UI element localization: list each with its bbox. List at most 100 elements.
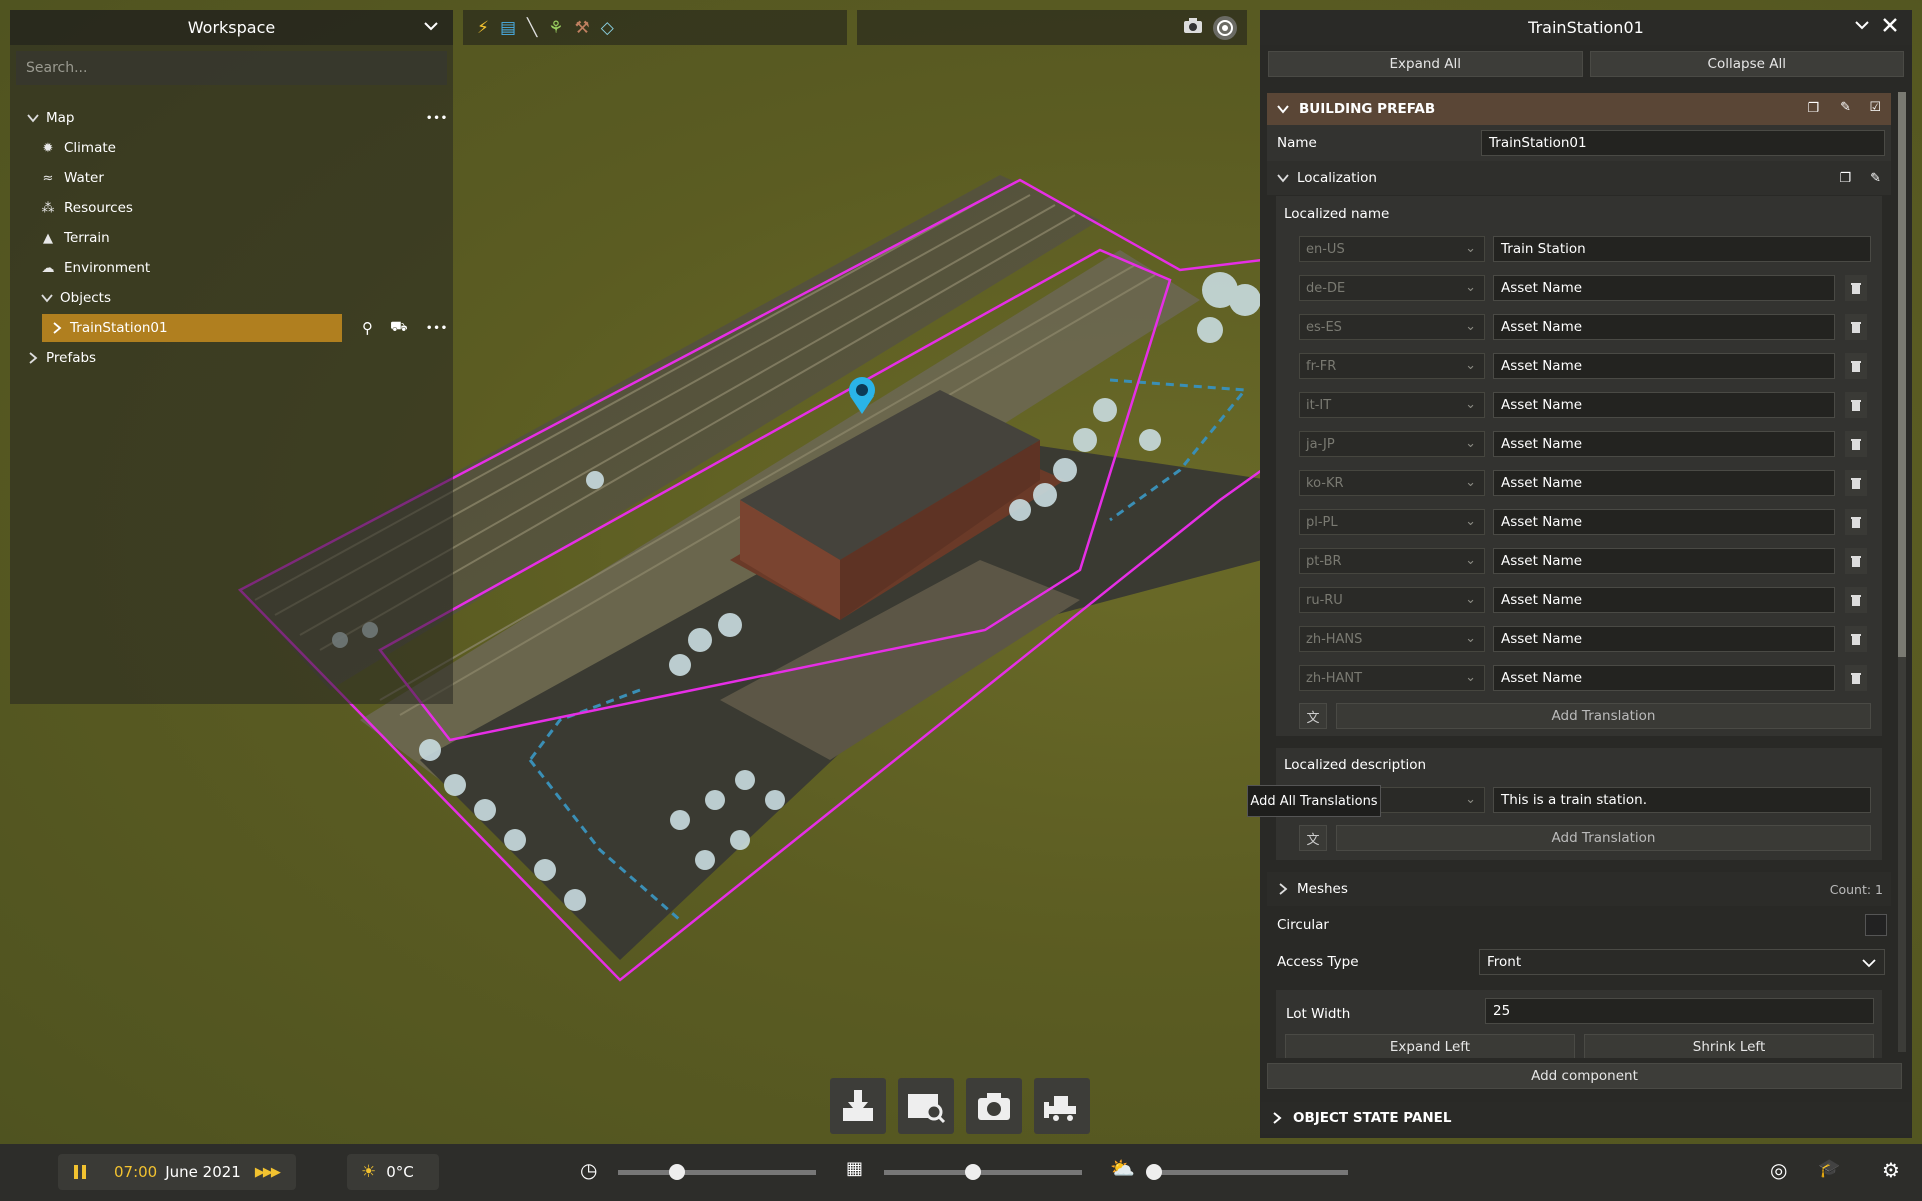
chevron-down-icon[interactable]: ⌄ bbox=[1465, 514, 1476, 529]
chevron-down-icon[interactable] bbox=[423, 18, 439, 38]
layers-icon[interactable]: ◇ bbox=[601, 18, 614, 38]
locale-name-field[interactable]: Asset Name bbox=[1493, 509, 1835, 535]
copy-icon[interactable]: ❐ bbox=[1839, 171, 1851, 186]
chevron-down-icon[interactable]: ⌄ bbox=[1465, 397, 1476, 412]
bulldoze-icon[interactable]: ⛟ bbox=[390, 319, 408, 337]
checkbox-icon[interactable]: ☑ bbox=[1869, 100, 1881, 115]
weather-slider-knob[interactable] bbox=[1145, 1164, 1162, 1180]
workspace-header[interactable]: Workspace bbox=[10, 10, 453, 45]
selected-object-row[interactable]: TrainStation01 bbox=[42, 314, 342, 342]
chevron-down-icon[interactable] bbox=[26, 111, 40, 125]
tree-item-terrain[interactable]: ▲ Terrain bbox=[10, 223, 453, 253]
add-translation-button[interactable]: Add Translation bbox=[1336, 703, 1871, 729]
chevron-down-icon[interactable]: ⌄ bbox=[1465, 241, 1476, 256]
close-icon[interactable] bbox=[1882, 17, 1898, 38]
trash-icon[interactable] bbox=[1845, 665, 1867, 691]
tree-item-resources[interactable]: ⁂ Resources bbox=[10, 193, 453, 223]
trash-icon[interactable] bbox=[1845, 626, 1867, 652]
tutorial-icon[interactable]: 🎓 bbox=[1818, 1158, 1840, 1179]
locale-select[interactable]: zh-HANT ⌄ bbox=[1299, 665, 1485, 691]
locale-name-field[interactable]: Asset Name bbox=[1493, 665, 1835, 691]
camera-icon[interactable] bbox=[1183, 17, 1203, 39]
translate-all-icon[interactable]: ⽂ bbox=[1299, 825, 1327, 851]
trash-icon[interactable] bbox=[1845, 275, 1867, 301]
time-slider[interactable] bbox=[618, 1164, 816, 1180]
chevron-right-icon[interactable] bbox=[26, 351, 40, 365]
trash-icon[interactable] bbox=[1845, 392, 1867, 418]
pipe-icon[interactable]: ⚒ bbox=[575, 18, 590, 38]
locale-select[interactable]: es-ES ⌄ bbox=[1299, 314, 1485, 340]
tree-item-climate[interactable]: ✹ Climate bbox=[10, 133, 453, 163]
trash-icon[interactable] bbox=[1845, 509, 1867, 535]
locale-select[interactable]: en-US ⌄ bbox=[1299, 236, 1485, 262]
chevron-down-icon[interactable] bbox=[1277, 103, 1289, 115]
scrollbar[interactable] bbox=[1898, 92, 1906, 1052]
locale-select[interactable]: zh-HANS ⌄ bbox=[1299, 626, 1485, 652]
tree-item-trainstation[interactable]: TrainStation01 ⚲ ⛟ ••• bbox=[10, 313, 453, 343]
trash-icon[interactable] bbox=[1845, 470, 1867, 496]
access-type-select[interactable]: Front bbox=[1479, 949, 1885, 975]
locale-select[interactable]: pl-PL ⌄ bbox=[1299, 509, 1485, 535]
description-field[interactable]: This is a train station. bbox=[1493, 787, 1871, 813]
chevron-right-icon[interactable] bbox=[1277, 883, 1289, 895]
add-description-translation-button[interactable]: Add Translation bbox=[1336, 825, 1871, 851]
brush-icon[interactable]: ╲ bbox=[527, 18, 537, 38]
locale-select[interactable]: pt-BR ⌄ bbox=[1299, 548, 1485, 574]
locale-name-field[interactable]: Asset Name bbox=[1493, 431, 1835, 457]
chevron-right-icon[interactable] bbox=[1271, 1112, 1283, 1124]
plant-icon[interactable]: ⚘ bbox=[548, 18, 563, 38]
chevron-down-icon[interactable]: ⌄ bbox=[1465, 358, 1476, 373]
tree-item-map[interactable]: Map ••• bbox=[10, 103, 453, 133]
edit-icon[interactable]: ✎ bbox=[1870, 171, 1881, 186]
chevron-down-icon[interactable]: ⌄ bbox=[1465, 592, 1476, 607]
chevron-down-icon[interactable]: ⌄ bbox=[1465, 792, 1476, 807]
settings-gear-icon[interactable]: ⚙ bbox=[1882, 1158, 1900, 1182]
eraser-icon[interactable]: ▤ bbox=[500, 18, 516, 38]
circular-checkbox[interactable] bbox=[1865, 914, 1887, 936]
locale-name-field[interactable]: Asset Name bbox=[1493, 626, 1835, 652]
trash-icon[interactable] bbox=[1845, 314, 1867, 340]
browse-button[interactable] bbox=[898, 1078, 954, 1134]
chevron-down-icon[interactable]: ⌄ bbox=[1465, 553, 1476, 568]
locale-select[interactable]: ja-JP ⌄ bbox=[1299, 431, 1485, 457]
add-component-button[interactable]: Add component bbox=[1267, 1063, 1902, 1089]
copy-icon[interactable]: ❐ bbox=[1807, 101, 1819, 116]
infoview-icon[interactable]: ◎ bbox=[1770, 1158, 1787, 1182]
tree-item-environment[interactable]: ☁ Environment bbox=[10, 253, 453, 283]
locale-name-field[interactable]: Asset Name bbox=[1493, 392, 1835, 418]
trash-icon[interactable] bbox=[1845, 587, 1867, 613]
date-slider-knob[interactable] bbox=[965, 1164, 982, 1180]
speed-icon[interactable]: ▶▶▶ bbox=[255, 1165, 281, 1180]
chevron-down-icon[interactable]: ⌄ bbox=[1465, 670, 1476, 685]
tree-item-water[interactable]: ≈ Water bbox=[10, 163, 453, 193]
collapse-all-button[interactable]: Collapse All bbox=[1589, 51, 1904, 77]
edit-icon[interactable]: ✎ bbox=[1840, 100, 1851, 115]
target-icon[interactable] bbox=[1211, 14, 1239, 46]
lot-width-field[interactable]: 25 bbox=[1485, 998, 1874, 1024]
building-prefab-header[interactable]: BUILDING PREFAB ❐ ✎ ☑ bbox=[1267, 93, 1891, 125]
locale-name-field[interactable]: Asset Name bbox=[1493, 275, 1835, 301]
tree-item-prefabs[interactable]: Prefabs bbox=[10, 343, 453, 373]
locale-select[interactable]: de-DE ⌄ bbox=[1299, 275, 1485, 301]
meshes-row[interactable]: Meshes Count: 1 bbox=[1267, 872, 1891, 906]
trash-icon[interactable] bbox=[1845, 431, 1867, 457]
trash-icon[interactable] bbox=[1845, 548, 1867, 574]
shrink-left-button[interactable]: Shrink Left bbox=[1584, 1034, 1874, 1058]
chevron-down-icon[interactable]: ⌄ bbox=[1465, 475, 1476, 490]
locale-name-field[interactable]: Train Station bbox=[1493, 236, 1871, 262]
chevron-down-icon[interactable] bbox=[1854, 17, 1870, 38]
expand-all-button[interactable]: Expand All bbox=[1268, 51, 1583, 77]
search-input[interactable]: Search... bbox=[16, 51, 447, 85]
locale-select[interactable]: ko-KR ⌄ bbox=[1299, 470, 1485, 496]
locale-select[interactable]: ru-RU ⌄ bbox=[1299, 587, 1485, 613]
translate-icon[interactable]: ⽂ bbox=[1299, 703, 1327, 729]
locale-name-field[interactable]: Asset Name bbox=[1493, 314, 1835, 340]
chevron-down-icon[interactable] bbox=[1277, 172, 1289, 184]
chevron-down-icon[interactable] bbox=[1862, 956, 1876, 970]
screenshot-button[interactable] bbox=[966, 1078, 1022, 1134]
chevron-down-icon[interactable]: ⌄ bbox=[1465, 436, 1476, 451]
name-field[interactable]: TrainStation01 bbox=[1481, 130, 1885, 156]
locate-pin-icon[interactable]: ⚲ bbox=[362, 319, 373, 337]
chevron-down-icon[interactable] bbox=[40, 291, 54, 305]
weather-slider[interactable] bbox=[1145, 1164, 1348, 1180]
